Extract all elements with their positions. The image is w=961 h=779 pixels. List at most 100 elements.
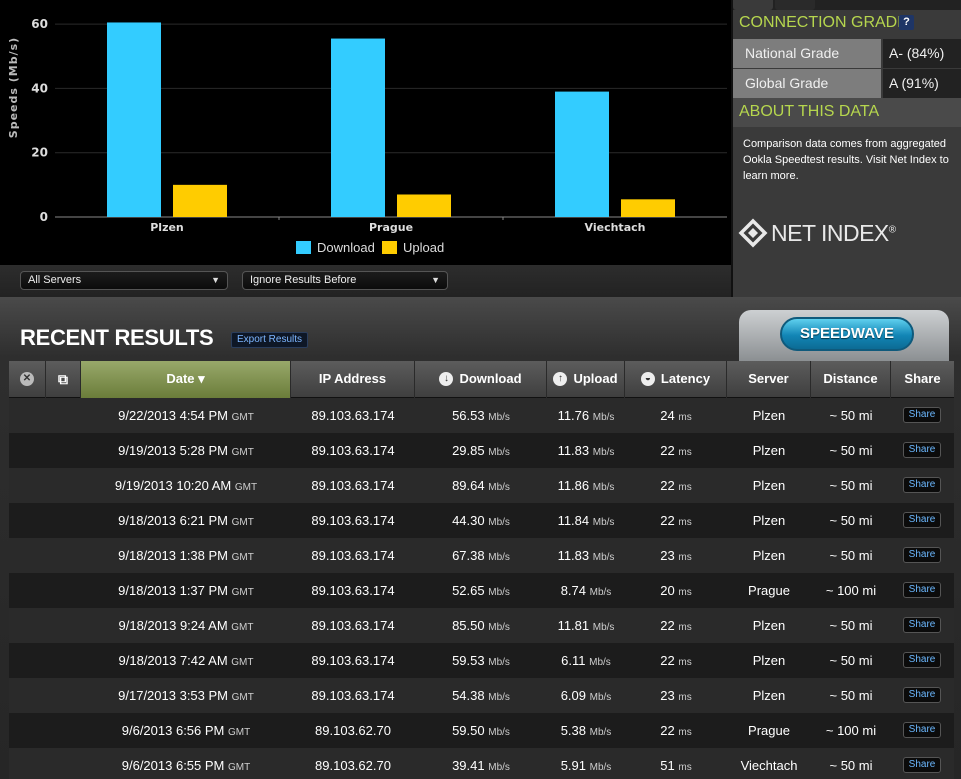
ignore-results-before-select[interactable]: Ignore Results Before ▼ [242, 271, 448, 290]
share-button[interactable]: Share [903, 652, 941, 668]
panel-tab[interactable] [775, 0, 815, 10]
table-row[interactable]: 9/6/2013 6:56 PM GMT 89.103.62.70 59.50 Mb… [9, 713, 954, 748]
date-value: 9/6/2013 6:55 PM [121, 758, 225, 773]
net-index-logo[interactable]: NET INDEX® [738, 218, 908, 248]
bar-upload-plzen[interactable] [173, 184, 227, 217]
share-button[interactable]: Share [903, 407, 941, 423]
upload-value: 8.74 [560, 583, 586, 598]
upload-cell: 11.81 Mb/s [547, 608, 625, 643]
compare-column-header[interactable]: ⧉ [46, 361, 81, 398]
table-row[interactable]: 9/18/2013 7:42 AM GMT 89.103.63.174 59.53 … [9, 643, 954, 678]
date-value: 9/18/2013 1:38 PM [118, 548, 228, 563]
export-results-button[interactable]: Export Results [231, 332, 309, 348]
latency-value: 20 [660, 583, 675, 598]
speed-unit: Mb/s [488, 552, 510, 563]
table-row[interactable]: 9/18/2013 9:24 AM GMT 89.103.63.174 85.50 … [9, 608, 954, 643]
share-button[interactable]: Share [903, 617, 941, 633]
ip-cell: 89.103.63.174 [311, 478, 395, 493]
table-row[interactable]: 9/19/2013 5:28 PM GMT 89.103.63.174 29.85 … [9, 433, 954, 468]
dropdown-arrow-icon: ▼ [211, 275, 220, 285]
panel-tab-active[interactable] [733, 0, 773, 10]
distance-column-header[interactable]: Distance [811, 361, 891, 398]
timezone: GMT [228, 727, 251, 738]
latency-unit: ms [678, 412, 692, 423]
date-value: 9/18/2013 7:42 AM [118, 653, 228, 668]
legend-swatch-upload [382, 241, 397, 254]
upload-value: 6.09 [560, 688, 586, 703]
server-cell: Prague [748, 723, 790, 738]
bar-download-viechtach[interactable] [555, 91, 609, 217]
upload-arrow-icon: ↑ [553, 371, 568, 386]
upload-cell: 6.11 Mb/s [547, 643, 625, 678]
timezone: GMT [231, 657, 254, 668]
bar-upload-viechtach[interactable] [621, 199, 675, 217]
latency-cell: 23 ms [625, 678, 727, 713]
upload-value: 11.83 [557, 443, 590, 458]
server-column-header[interactable]: Server [727, 361, 811, 398]
upload-column-header[interactable]: ↑ Upload [547, 361, 625, 398]
ip-cell: 89.103.63.174 [311, 653, 395, 668]
latency-value: 22 [660, 443, 675, 458]
distance-cell: ~ 50 mi [829, 408, 873, 423]
date-cell: 9/6/2013 6:55 PM GMT [81, 748, 291, 779]
latency-gauge-icon: ◒ [640, 371, 655, 386]
date-cell: 9/18/2013 9:24 AM GMT [81, 608, 291, 643]
date-value: 9/6/2013 6:56 PM [121, 723, 225, 738]
recent-results-section: RECENT RESULTS Export Results SPEEDWAVE … [0, 297, 961, 779]
share-button[interactable]: Share [903, 582, 941, 598]
speed-unit: Mb/s [592, 622, 615, 633]
bar-upload-prague[interactable] [397, 194, 451, 217]
speed-unit: Mb/s [592, 517, 615, 528]
share-button[interactable]: Share [903, 477, 941, 493]
latency-value: 51 [660, 758, 675, 773]
latency-unit: ms [678, 727, 692, 738]
recent-results-title: RECENT RESULTS [20, 325, 214, 350]
table-row[interactable]: 9/6/2013 6:55 PM GMT 89.103.62.70 39.41 Mb… [9, 748, 954, 779]
table-row[interactable]: 9/19/2013 10:20 AM GMT 89.103.63.174 89.64… [9, 468, 954, 503]
ip-cell: 89.103.63.174 [311, 583, 395, 598]
help-icon[interactable]: ? [899, 15, 914, 30]
ip-cell: 89.103.63.174 [311, 408, 395, 423]
logo-wordmark: NET INDEX [771, 220, 889, 246]
ip-column-header[interactable]: IP Address [291, 361, 415, 398]
bar-download-plzen[interactable] [107, 22, 161, 217]
speed-unit: Mb/s [592, 552, 615, 563]
table-row[interactable]: 9/17/2013 3:53 PM GMT 89.103.63.174 54.38 … [9, 678, 954, 713]
share-column-header: Share [904, 371, 941, 386]
y-tick-label: 0 [40, 210, 48, 224]
upload-cell: 11.83 Mb/s [547, 538, 625, 573]
speed-unit: Mb/s [488, 412, 510, 423]
latency-cell: 24 ms [625, 398, 727, 433]
latency-column-header[interactable]: ◒ Latency [625, 361, 727, 398]
server-cell: Plzen [752, 548, 786, 563]
speedwave-frame: SPEEDWAVE [739, 310, 949, 362]
share-button[interactable]: Share [903, 512, 941, 528]
table-row[interactable]: 9/18/2013 6:21 PM GMT 89.103.63.174 44.30 … [9, 503, 954, 538]
speedwave-button[interactable]: SPEEDWAVE [780, 317, 914, 351]
download-value: 59.53 [452, 653, 485, 668]
share-button[interactable]: Share [903, 757, 941, 773]
share-button[interactable]: Share [903, 547, 941, 563]
servers-filter-select[interactable]: All Servers ▼ [20, 271, 228, 290]
download-header-label: Download [459, 371, 522, 386]
upload-cell: 11.84 Mb/s [547, 503, 625, 538]
table-body: 9/22/2013 4:54 PM GMT 89.103.63.174 56.53 … [9, 398, 954, 779]
share-button[interactable]: Share [903, 687, 941, 703]
date-value: 9/18/2013 9:24 AM [118, 618, 228, 633]
y-tick-label: 60 [31, 17, 48, 31]
ip-cell: 89.103.62.70 [315, 723, 391, 738]
date-column-header[interactable]: Date ▾ [81, 361, 291, 398]
clear-column-header[interactable]: ✕ [9, 361, 46, 398]
table-row[interactable]: 9/18/2013 1:37 PM GMT 89.103.63.174 52.65 … [9, 573, 954, 608]
table-row[interactable]: 9/18/2013 1:38 PM GMT 89.103.63.174 67.38 … [9, 538, 954, 573]
speed-unit: Mb/s [592, 447, 615, 458]
share-button[interactable]: Share [903, 722, 941, 738]
distance-cell: ~ 50 mi [829, 653, 873, 668]
date-cell: 9/18/2013 1:38 PM GMT [81, 538, 291, 573]
download-column-header[interactable]: ↓ Download [415, 361, 547, 398]
bar-download-prague[interactable] [331, 38, 385, 217]
table-row[interactable]: 9/22/2013 4:54 PM GMT 89.103.63.174 56.53 … [9, 398, 954, 433]
speed-chart-panel: Speeds (Mb/s) 0 20 40 60 Plzen Prague Viechtach… [0, 0, 731, 265]
speed-unit: Mb/s [488, 727, 510, 738]
share-button[interactable]: Share [903, 442, 941, 458]
